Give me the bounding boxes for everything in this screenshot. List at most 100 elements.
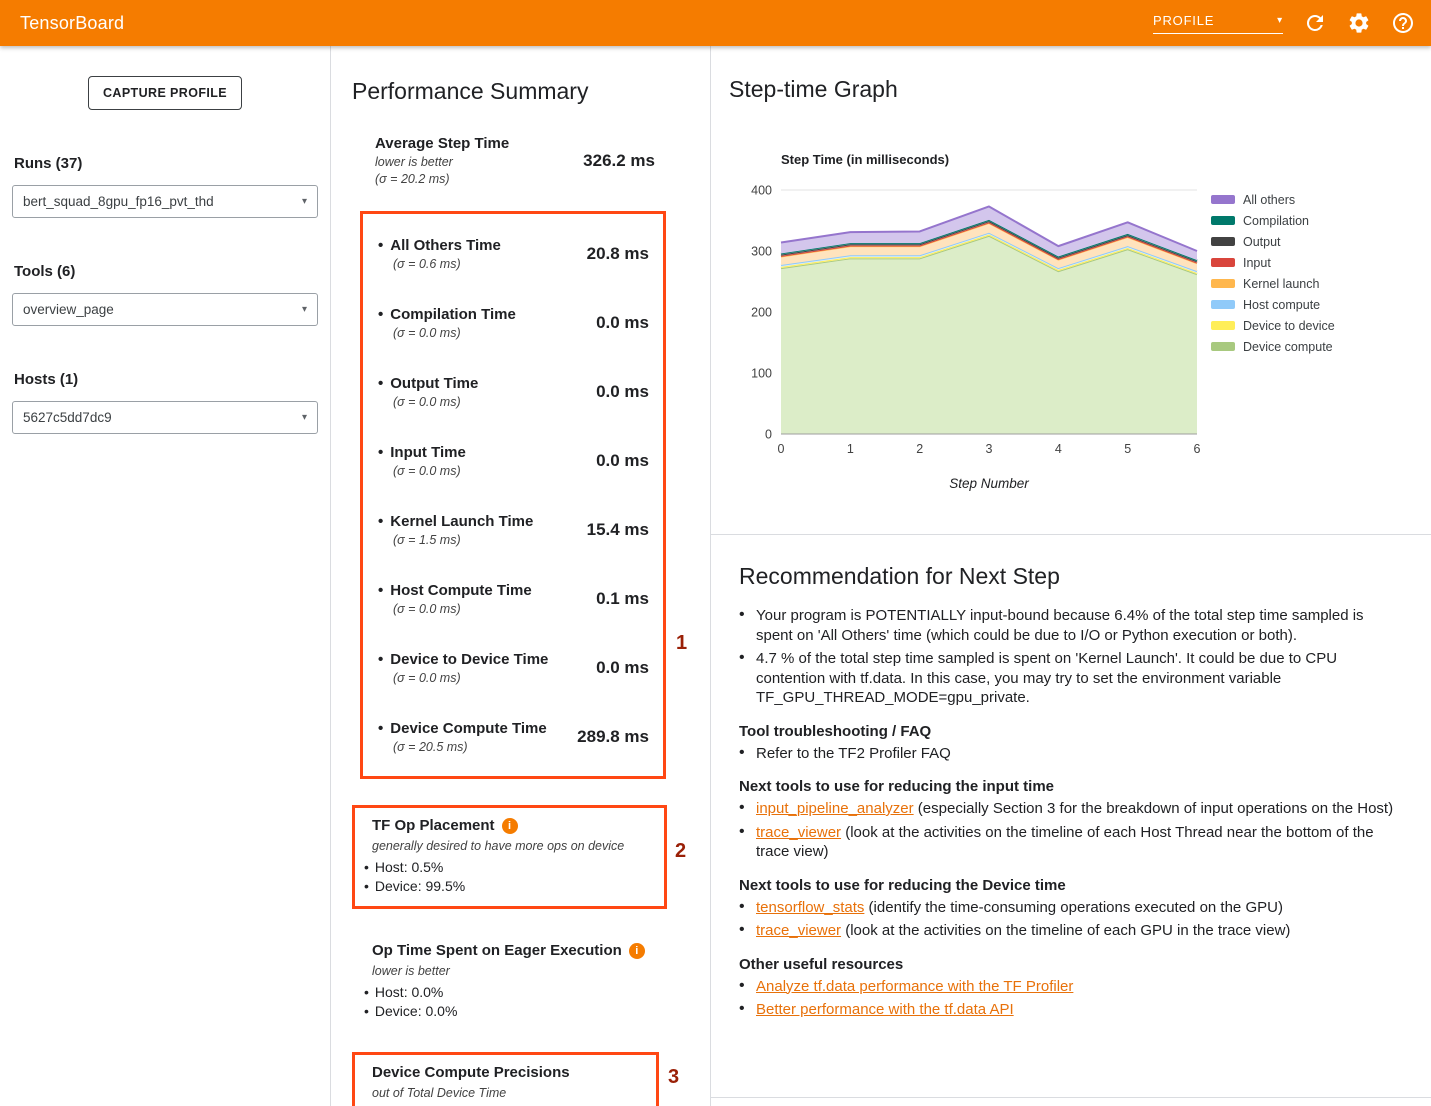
svg-text:2: 2 <box>916 442 923 456</box>
metric-value: 20.8 ms <box>587 244 649 264</box>
hosts-field: Hosts (1) 5627c5dd7dc9 ▾ <box>12 371 318 434</box>
chevron-down-icon: ▾ <box>302 412 307 423</box>
bullet: • <box>739 898 756 918</box>
legend-swatch <box>1211 258 1235 267</box>
list-item: •4.7 % of the total step time sampled is… <box>739 649 1405 708</box>
annotation-number-1: 1 <box>676 632 687 655</box>
bullet: • <box>739 977 756 997</box>
device-tools-heading: Next tools to use for reducing the Devic… <box>739 877 1405 894</box>
svg-text:1: 1 <box>847 442 854 456</box>
bullet: • <box>378 582 383 599</box>
metric-row: •Input Time (σ = 0.0 ms) 0.0 ms <box>363 426 663 495</box>
metric-label: Host Compute Time <box>390 582 531 599</box>
topbar-actions: PROFILE ▾ <box>1153 11 1415 35</box>
hosts-select-value: 5627c5dd7dc9 <box>23 410 112 425</box>
dashboard-selector[interactable]: PROFILE ▾ <box>1153 13 1283 34</box>
annotation-box-tf-op-placement: TF Op Placementi generally desired to ha… <box>352 805 667 909</box>
tools-select[interactable]: overview_page ▾ <box>12 293 318 326</box>
hosts-label: Hosts (1) <box>14 371 318 388</box>
metric-row: •Output Time (σ = 0.0 ms) 0.0 ms <box>363 357 663 426</box>
link-analyze-tfdata-performance[interactable]: Analyze tf.data performance with the TF … <box>756 978 1073 995</box>
metric-sigma: (σ = 0.0 ms) <box>393 602 532 616</box>
metric-row: •All Others Time (σ = 0.6 ms) 20.8 ms <box>363 219 663 288</box>
legend-swatch <box>1211 237 1235 246</box>
metric-value: 326.2 ms <box>583 151 655 171</box>
settings-gear-icon[interactable] <box>1347 11 1371 35</box>
performance-summary-title: Performance Summary <box>352 78 710 105</box>
list-item: •Device: 0.0% <box>363 1002 667 1021</box>
svg-text:200: 200 <box>751 306 772 320</box>
svg-text:5: 5 <box>1124 442 1131 456</box>
list-item: •tensorflow_stats (identify the time-con… <box>739 898 1405 918</box>
chevron-down-icon: ▾ <box>1277 15 1283 26</box>
reload-icon[interactable] <box>1303 11 1327 35</box>
hosts-select[interactable]: 5627c5dd7dc9 ▾ <box>12 401 318 434</box>
metric-sigma: (σ = 20.5 ms) <box>393 740 547 754</box>
bullet: • <box>739 649 756 708</box>
tools-select-value: overview_page <box>23 302 114 317</box>
legend-item: Host compute <box>1211 294 1335 315</box>
metric-sigma: (σ = 0.0 ms) <box>393 671 548 685</box>
metric-value: 0.0 ms <box>596 382 649 402</box>
metric-value: 0.1 ms <box>596 589 649 609</box>
legend-swatch <box>1211 342 1235 351</box>
svg-text:3: 3 <box>986 442 993 456</box>
metric-sigma: (σ = 0.6 ms) <box>393 257 501 271</box>
runs-field: Runs (37) bert_squad_8gpu_fp16_pvt_thd ▾ <box>12 155 318 218</box>
metric-note: lower is better <box>375 155 509 170</box>
bullet: • <box>378 306 383 323</box>
metric-row: •Compilation Time (σ = 0.0 ms) 0.0 ms <box>363 288 663 357</box>
list-item: •Host: 0.0% <box>363 983 667 1002</box>
link-input-pipeline-analyzer[interactable]: input_pipeline_analyzer <box>756 800 914 817</box>
runs-label: Runs (37) <box>14 155 318 172</box>
section-title: Op Time Spent on Eager Executioni <box>372 941 667 960</box>
metric-sigma: (σ = 0.0 ms) <box>393 464 466 478</box>
legend-item: Output <box>1211 231 1335 252</box>
metric-label: Device Compute Time <box>390 720 546 737</box>
info-icon[interactable]: i <box>502 818 518 834</box>
topbar: TensorBoard PROFILE ▾ <box>0 0 1431 46</box>
app-title: TensorBoard <box>20 13 124 34</box>
metric-value: 15.4 ms <box>587 520 649 540</box>
legend-swatch <box>1211 279 1235 288</box>
legend-item: Device compute <box>1211 336 1335 357</box>
legend-swatch <box>1211 300 1235 309</box>
svg-text:300: 300 <box>751 245 772 259</box>
metric-row: •Device to Device Time (σ = 0.0 ms) 0.0 … <box>363 633 663 702</box>
link-trace-viewer[interactable]: trace_viewer <box>756 824 841 841</box>
runs-select-value: bert_squad_8gpu_fp16_pvt_thd <box>23 194 214 209</box>
metric-label: Input Time <box>390 444 466 461</box>
chevron-down-icon: ▾ <box>302 196 307 207</box>
bullet: • <box>739 823 756 862</box>
list-item: •trace_viewer (look at the activities on… <box>739 921 1405 941</box>
annotation-box-step-breakdown: •All Others Time (σ = 0.6 ms) 20.8 ms •C… <box>360 211 666 779</box>
link-better-performance-tfdata-api[interactable]: Better performance with the tf.data API <box>756 1001 1014 1018</box>
metric-value: 289.8 ms <box>577 727 649 747</box>
legend-swatch <box>1211 321 1235 330</box>
list-item: •Better performance with the tf.data API <box>739 1000 1405 1020</box>
section-note: lower is better <box>372 963 667 979</box>
metric-label: Output Time <box>390 375 478 392</box>
runs-select[interactable]: bert_squad_8gpu_fp16_pvt_thd ▾ <box>12 185 318 218</box>
info-icon[interactable]: i <box>629 943 645 959</box>
capture-profile-button[interactable]: CAPTURE PROFILE <box>88 76 242 110</box>
list-item: •Host: 0.5% <box>363 858 654 877</box>
tools-label: Tools (6) <box>14 263 318 280</box>
annotation-number-2: 2 <box>675 840 686 863</box>
section-note: out of Total Device Time <box>372 1085 646 1101</box>
help-icon[interactable] <box>1391 11 1415 35</box>
link-tensorflow-stats[interactable]: tensorflow_stats <box>756 899 864 916</box>
annotation-box-precisions: Device Compute Precisions out of Total D… <box>352 1052 659 1106</box>
list-item: •Analyze tf.data performance with the TF… <box>739 977 1405 997</box>
metric-row: •Kernel Launch Time (σ = 1.5 ms) 15.4 ms <box>363 495 663 564</box>
chart-legend: All others Compilation Output Input Kern… <box>1211 189 1335 357</box>
svg-text:0: 0 <box>765 428 772 442</box>
bullet: • <box>364 1002 369 1021</box>
list-item: •trace_viewer (look at the activities on… <box>739 823 1405 862</box>
bullet: • <box>378 651 383 668</box>
step-time-chart[interactable]: 01002003004000123456 <box>737 176 1207 461</box>
bullet: • <box>378 513 383 530</box>
metric-value: 0.0 ms <box>596 658 649 678</box>
link-trace-viewer[interactable]: trace_viewer <box>756 922 841 939</box>
metric-label: Average Step Time <box>375 135 509 153</box>
